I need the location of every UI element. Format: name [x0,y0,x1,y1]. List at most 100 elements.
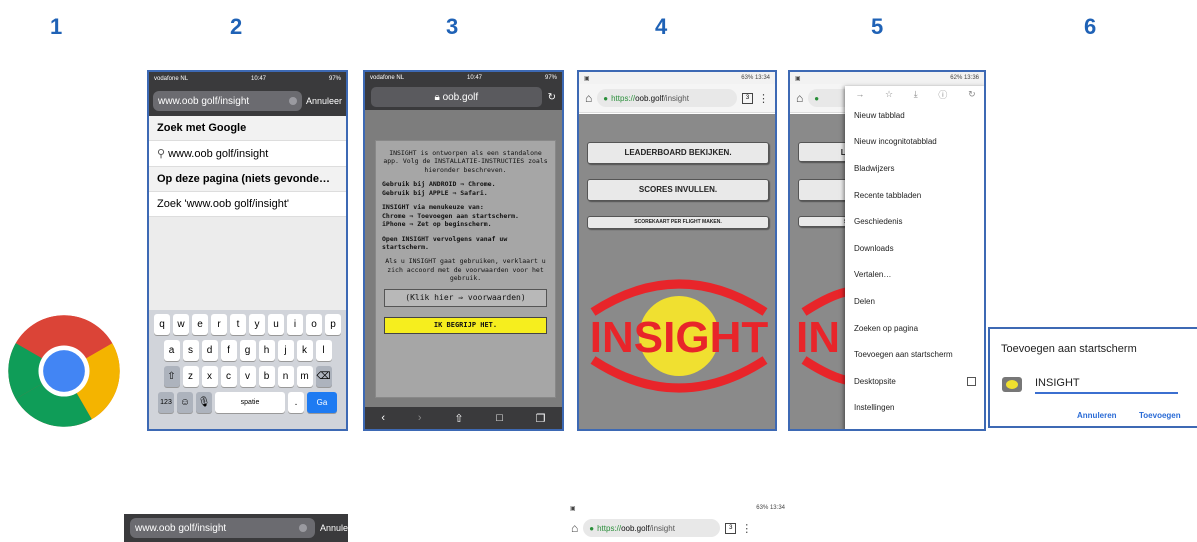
list-item[interactable]: Zoek 'www.oob golf/insight' [149,192,346,217]
leaderboard-button[interactable]: LEADERBOARD BEKIJKEN. [587,142,769,164]
keyboard-key[interactable]: q [154,314,170,335]
url-scheme: https:// [611,93,636,103]
keyboard-key[interactable]: i [287,314,303,335]
emoji-icon[interactable]: ☺ [177,392,193,413]
info-icon[interactable]: ⓘ [938,88,947,101]
keyboard-key[interactable]: z [182,366,199,387]
keyboard-key[interactable]: d [201,340,218,361]
desktop-site-checkbox[interactable] [967,376,976,386]
url-scheme: https:// [597,523,622,533]
keyboard-key[interactable]: y [249,314,265,335]
keyboard-key[interactable]: f [220,340,237,361]
keyboard-key[interactable]: s [182,340,199,361]
keyboard-key[interactable]: w [173,314,189,335]
clear-icon[interactable] [288,97,297,105]
microphone-icon[interactable]: 🎙 [196,392,212,413]
safari-toolbar: ‹ › ⇧ □ ❐ [365,407,562,429]
url-path: /insight [663,93,689,103]
clear-icon[interactable] [299,524,307,532]
battery-label: 97% [544,75,557,81]
reload-icon[interactable]: ↻ [968,89,976,100]
menu-icon[interactable]: ⋮ [741,522,752,535]
menu-item[interactable]: Recente tabbladen [845,182,984,209]
keyboard-key[interactable]: l [315,340,332,361]
url-field[interactable]: ● https://oob.golf/insight [597,89,737,107]
go-key[interactable]: Ga [307,392,337,413]
step-number-3: 3 [446,14,459,39]
url-input[interactable]: www.oob golf/insight [130,518,315,538]
terms-button[interactable]: (Klik hier ⇒ voorwaarden) [384,288,547,308]
keyboard-key[interactable]: g [239,340,256,361]
cancel-button[interactable]: Annuleer [306,96,342,106]
list-item[interactable]: ⚲ www.oob golf/insight [149,141,346,167]
keyboard-key[interactable]: u [268,314,284,335]
insight-logo: IN [796,286,850,386]
tab-count[interactable]: 3 [742,92,753,104]
tab-count[interactable]: 3 [725,522,737,534]
home-icon[interactable]: ⌂ [585,91,592,105]
share-icon[interactable]: ⇧ [454,412,463,425]
install-instructions-dialog: INSIGHT is ontworpen als een standalone … [375,140,556,398]
open-instructions: Open INSIGHT vervolgens vanaf uw startsc… [382,234,508,251]
tabs-icon[interactable]: ❐ [536,412,546,425]
keyboard-key[interactable]: o [306,314,322,335]
app-name-input[interactable]: INSIGHT [1035,377,1178,394]
scores-button[interactable]: SCORES INVULLEN. [587,179,769,201]
keyboard-key[interactable]: b [258,366,275,387]
keyboard-key[interactable]: j [277,340,294,361]
menu-item[interactable]: Delen [845,288,984,315]
menu-item[interactable]: Nieuw incognitotabblad [845,129,984,156]
keyboard-key[interactable]: c [220,366,237,387]
keyboard-key[interactable]: t [230,314,246,335]
menu-item[interactable]: Toevoegen aan startscherm [845,341,984,368]
status-text: 63% 13:34 [756,505,785,511]
keyboard-key[interactable]: p [325,314,341,335]
keyboard-key[interactable]: m [296,366,313,387]
url-field[interactable]: ● https://oob.golf/insight [583,519,721,537]
forward-icon[interactable]: → [855,89,864,99]
menu-item[interactable]: Instellingen [845,395,984,422]
keyboard-key[interactable]: x [201,366,218,387]
keyboard-key[interactable]: h [258,340,275,361]
menu-item[interactable]: Nieuw tabblad [845,102,984,129]
download-icon[interactable]: ⤓ [914,89,918,100]
menu-item[interactable]: Desktopsite [845,368,984,395]
menu-item[interactable]: Geschiedenis [845,208,984,235]
keyboard-key[interactable]: v [239,366,256,387]
url-host: oob.golf [621,523,650,533]
status-bar: vodafone NL 10:47 97% [149,72,346,86]
menu-item[interactable]: Bladwijzers [845,155,984,182]
reload-icon[interactable]: ↻ [548,92,556,103]
keyboard-key[interactable]: a [163,340,180,361]
backspace-icon[interactable]: ⌫ [315,366,332,387]
menu-item[interactable]: Vertalen… [845,262,984,289]
back-icon[interactable]: ‹ [381,412,385,424]
menu-item[interactable]: Downloads [845,235,984,262]
shift-icon[interactable]: ⇧ [163,366,180,387]
lock-icon: ● [814,93,820,103]
menu-item[interactable]: Zoeken op pagina [845,315,984,342]
url-input[interactable]: www.oob golf/insight [153,91,302,111]
status-bar: ▣ 62% 13:36 [790,72,984,84]
numbers-key[interactable]: 123 [158,392,174,413]
accept-button[interactable]: IK BEGRIJP HET. [384,317,547,335]
menu-icon[interactable]: ⋮ [758,92,769,105]
home-icon[interactable]: ⌂ [796,91,803,105]
period-key[interactable]: . [288,392,304,413]
space-key[interactable]: spatie [215,392,285,413]
add-button[interactable]: Toevoegen [1139,411,1181,420]
keyboard-key[interactable]: r [211,314,227,335]
keyboard-key[interactable]: n [277,366,294,387]
keyboard-key[interactable]: k [296,340,313,361]
url-field[interactable]: 🔒︎ oob.golf [371,87,542,107]
scorecard-button[interactable]: SCOREKAART PER FLIGHT MAKEN. [587,216,769,229]
bookmarks-icon[interactable]: □ [496,412,503,424]
cancel-button[interactable]: Annulee [320,523,348,533]
keyboard-key[interactable]: e [192,314,208,335]
home-icon[interactable]: ⌂ [571,521,578,535]
bookmark-star-icon[interactable]: ☆ [885,89,893,100]
lock-icon: ● [603,93,609,103]
cancel-button[interactable]: Annuleren [1077,411,1117,420]
keyboard-row: asdfghjkl [152,340,343,361]
forward-icon[interactable]: › [418,412,422,424]
